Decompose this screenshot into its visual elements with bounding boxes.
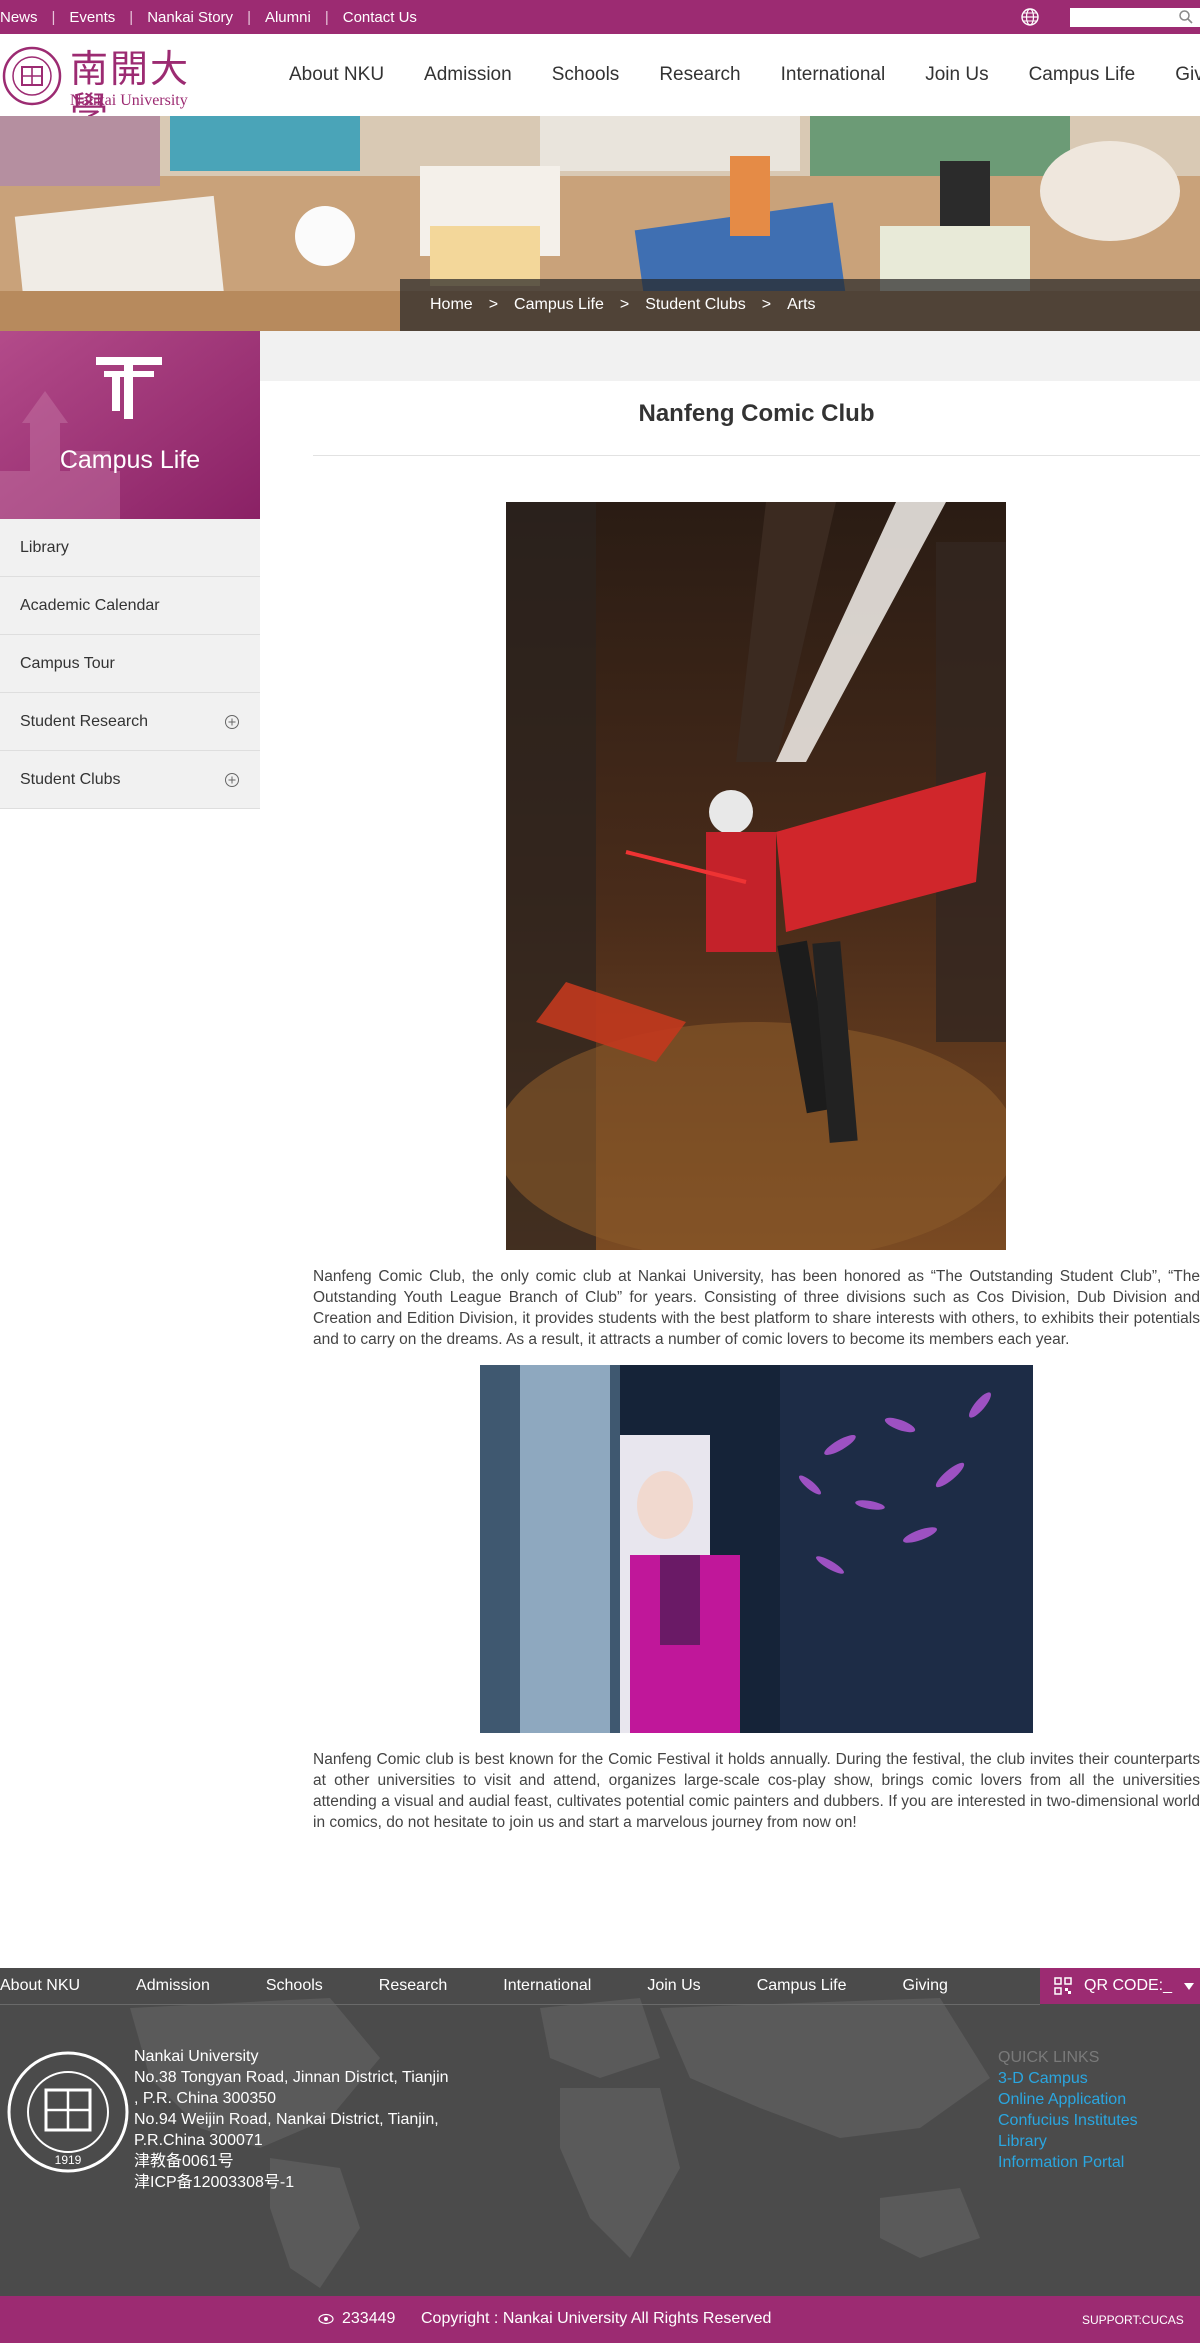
- sidebar-item-label: Student Clubs: [20, 770, 121, 788]
- nav-international[interactable]: International: [781, 64, 886, 86]
- breadcrumb: Home > Campus Life > Student Clubs > Art…: [400, 279, 1200, 331]
- sidebar-header: Campus Life: [0, 331, 260, 519]
- article-title: Nanfeng Comic Club: [638, 400, 875, 427]
- nav-join-us[interactable]: Join Us: [925, 64, 988, 86]
- copyright-text: Copyright : Nankai University All Rights…: [421, 2310, 772, 2327]
- expand-plus-icon[interactable]: [224, 772, 240, 788]
- qr-code-button[interactable]: QR CODE:_: [1040, 1968, 1200, 2004]
- support-credit[interactable]: SUPPORT:CUCAS: [1082, 2313, 1184, 2327]
- university-seal-icon: [2, 46, 62, 106]
- nav-schools[interactable]: Schools: [552, 64, 620, 86]
- qr-code-label: QR CODE:_: [1084, 1977, 1173, 1994]
- site-header: 南開大學 Nankai University About NKU Admissi…: [0, 34, 1200, 132]
- contact-address: Nankai University No.38 Tongyan Road, Ji…: [134, 2046, 449, 2193]
- language-globe-icon[interactable]: [1020, 7, 1040, 27]
- breadcrumb-separator: >: [488, 296, 499, 313]
- footer-nav-about-nku[interactable]: About NKU: [0, 1977, 80, 1995]
- nav-admission[interactable]: Admission: [424, 64, 512, 86]
- top-link-nankai-story[interactable]: Nankai Story: [147, 9, 233, 26]
- university-logo[interactable]: 南開大學 Nankai University: [0, 42, 215, 132]
- expand-plus-icon[interactable]: [224, 714, 240, 730]
- icp-number[interactable]: 津ICP备12003308号-1: [134, 2172, 449, 2193]
- cosplay-photo-1: [506, 502, 1006, 1250]
- copyright-bar: 233449 Copyright : Nankai University All…: [0, 2296, 1200, 2343]
- breadcrumb-student-clubs[interactable]: Student Clubs: [645, 296, 746, 314]
- article-paragraph-2: Nanfeng Comic club is best known for the…: [313, 1751, 1200, 1831]
- sidebar-item-campus-tour[interactable]: Campus Tour: [0, 635, 260, 693]
- address-line: Nankai University: [134, 2048, 259, 2065]
- footer-nav: About NKU Admission Schools Research Int…: [0, 1968, 1004, 2004]
- sidebar-item-student-research[interactable]: Student Research: [0, 693, 260, 751]
- quick-link-online-application[interactable]: Online Application: [998, 2089, 1138, 2110]
- footer-nav-divider: [0, 2004, 1040, 2005]
- hero-banner: Home > Campus Life > Student Clubs > Art…: [0, 116, 1200, 331]
- sidebar-title: Campus Life: [59, 446, 201, 474]
- breadcrumb-campus-life[interactable]: Campus Life: [514, 296, 604, 314]
- chevron-down-icon: [1184, 1983, 1194, 1990]
- content-top-strip: [260, 331, 1200, 381]
- breadcrumb-home[interactable]: Home: [430, 296, 473, 314]
- quick-links-title: QUICK LINKS: [998, 2049, 1100, 2066]
- logo-english-name: Nankai University: [70, 92, 188, 109]
- sidebar-item-label: Library: [20, 538, 69, 556]
- breadcrumb-separator: >: [761, 296, 772, 313]
- quick-link-library[interactable]: Library: [998, 2131, 1138, 2152]
- quick-link-information-portal[interactable]: Information Portal: [998, 2152, 1138, 2173]
- top-links: News | Events | Nankai Story | Alumni | …: [0, 8, 417, 26]
- sidebar-item-academic-calendar[interactable]: Academic Calendar: [0, 577, 260, 635]
- sidebar-item-student-clubs[interactable]: Student Clubs: [0, 751, 260, 809]
- nav-campus-life[interactable]: Campus Life: [1029, 64, 1136, 86]
- address-line: No.94 Weijin Road, Nankai District, Tian…: [134, 2111, 439, 2128]
- top-link-events[interactable]: Events: [69, 9, 115, 26]
- cosplay-photo-2: [480, 1365, 1033, 1733]
- registration-number: 津教备0061号: [134, 2153, 234, 2170]
- university-seal-icon: 1919: [7, 2051, 129, 2173]
- site-footer: About NKU Admission Schools Research Int…: [0, 1968, 1200, 2296]
- address-line: , P.R. China 300350: [134, 2090, 277, 2107]
- nav-research[interactable]: Research: [659, 64, 740, 86]
- sidebar-item-library[interactable]: Library: [0, 519, 260, 577]
- breadcrumb-arts[interactable]: Arts: [787, 296, 815, 314]
- visit-counter: 233449: [342, 2310, 396, 2327]
- footer-nav-giving[interactable]: Giving: [903, 1977, 948, 1995]
- top-link-contact-us[interactable]: Contact Us: [343, 9, 417, 26]
- address-line: P.R.China 300071: [134, 2132, 263, 2149]
- quick-link-confucius-institutes[interactable]: Confucius Institutes: [998, 2110, 1138, 2131]
- top-bar: News | Events | Nankai Story | Alumni | …: [0, 0, 1200, 34]
- sidebar-item-label: Campus Tour: [20, 654, 115, 672]
- main-nav: About NKU Admission Schools Research Int…: [289, 64, 1200, 86]
- seal-year: 1919: [55, 2153, 82, 2167]
- footer-nav-research[interactable]: Research: [379, 1977, 447, 1995]
- search-icon[interactable]: [1178, 9, 1194, 25]
- footer-nav-campus-life[interactable]: Campus Life: [757, 1977, 847, 1995]
- nav-about-nku[interactable]: About NKU: [289, 64, 384, 86]
- nav-giving[interactable]: Giving: [1175, 64, 1200, 86]
- footer-nav-schools[interactable]: Schools: [266, 1977, 323, 1995]
- top-link-alumni[interactable]: Alumni: [265, 9, 311, 26]
- article-paragraph-1: Nanfeng Comic Club, the only comic club …: [313, 1268, 1200, 1348]
- top-link-news[interactable]: News: [0, 9, 38, 26]
- qr-code-icon: [1054, 1977, 1072, 1995]
- footer-nav-international[interactable]: International: [503, 1977, 591, 1995]
- address-line: No.38 Tongyan Road, Jinnan District, Tia…: [134, 2069, 449, 2086]
- quick-link-3d-campus[interactable]: 3-D Campus: [998, 2068, 1138, 2089]
- breadcrumb-separator: >: [619, 296, 630, 313]
- footer-nav-join-us[interactable]: Join Us: [647, 1977, 700, 1995]
- sidebar-item-label: Student Research: [20, 712, 149, 730]
- quick-links: QUICK LINKS 3-D Campus Online Applicatio…: [998, 2047, 1138, 2173]
- sidebar-item-label: Academic Calendar: [20, 596, 160, 614]
- title-divider: [313, 455, 1200, 456]
- footer-nav-admission[interactable]: Admission: [136, 1977, 210, 1995]
- sidebar-menu: Library Academic Calendar Campus Tour St…: [0, 519, 260, 809]
- sidebar-header-background: [0, 331, 260, 519]
- eye-icon: [318, 2313, 334, 2325]
